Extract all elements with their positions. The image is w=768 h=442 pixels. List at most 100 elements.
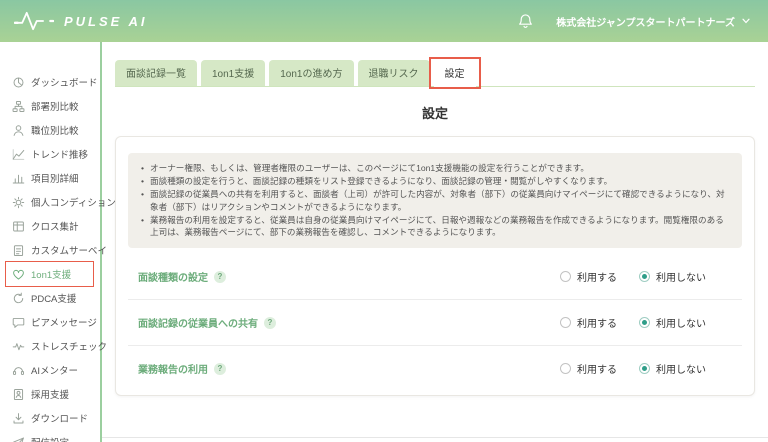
download-icon	[12, 412, 25, 425]
radio-no-use[interactable]: 利用しない	[639, 315, 706, 330]
setting-row-interview-type: 面談種類の設定 ? 利用する 利用しない	[128, 254, 742, 299]
pulse-icon	[12, 340, 25, 353]
sidebar-item-delivery-settings[interactable]: 配信設定	[0, 430, 100, 442]
sidebar-item-recruit-support[interactable]: 採用支援	[0, 382, 100, 406]
radio-label: 利用しない	[656, 319, 706, 331]
radio-circle[interactable]	[639, 317, 650, 329]
sidebar-item-label: 配信設定	[31, 435, 69, 442]
message-icon	[12, 316, 25, 329]
info-box: オーナー権限、もしくは、管理者権限のユーザーは、このページにて1on1支援機能の…	[128, 153, 742, 249]
account-menu[interactable]: 株式会社ジャンプスタートパートナーズ	[556, 14, 750, 29]
setting-label-wrap: 面談記録の従業員への共有 ?	[138, 315, 560, 330]
radio-circle[interactable]	[560, 363, 571, 375]
radio-label: 利用しない	[656, 273, 706, 285]
sidebar-item-label: ピアメッセージ	[31, 318, 97, 329]
radio-use[interactable]: 利用する	[560, 269, 617, 284]
sidebar-item-ai-mentor[interactable]: AIメンター	[0, 358, 100, 382]
sidebar: ダッシュボード 部署別比較 職位別比較 トレンド推移 項目別詳細 個人コンディシ…	[0, 42, 116, 442]
header-right: 株式会社ジャンプスタートパートナーズ	[517, 13, 750, 30]
radio-circle[interactable]	[639, 271, 650, 283]
person-icon	[12, 124, 25, 137]
sidebar-item-label: クロス集計	[31, 222, 79, 233]
help-icon[interactable]: ?	[214, 270, 226, 283]
chevron-down-icon	[742, 18, 750, 24]
page-title: 設定	[421, 106, 448, 121]
info-note: 面談記録の従業員への共有を利用すると、面談者（上司）が許可した内容が、対象者（部…	[140, 188, 726, 214]
tab-1on1-howto[interactable]: 1on1の進め方	[269, 60, 354, 86]
radio-label: 利用する	[577, 319, 617, 331]
org-chart-icon	[12, 100, 25, 113]
sidebar-item-custom-survey[interactable]: カスタムサーベイ	[0, 238, 107, 262]
header: PULSE AI 株式会社ジャンプスタートパートナーズ	[0, 0, 768, 42]
sidebar-item-label: カスタムサーベイ	[31, 246, 108, 257]
sidebar-item-label: 職位別比較	[31, 126, 79, 137]
sidebar-item-download[interactable]: ダウンロード	[0, 406, 100, 430]
sidebar-item-item-detail[interactable]: 項目別詳細	[0, 166, 100, 190]
sidebar-item-1on1-support[interactable]: 1on1支援	[0, 261, 100, 287]
sidebar-item-label: ダッシュボード	[31, 78, 98, 89]
sidebar-item-label: AIメンター	[31, 366, 78, 377]
radio-no-use[interactable]: 利用しない	[639, 361, 706, 376]
sidebar-item-label: 項目別詳細	[31, 174, 79, 185]
gear-icon	[12, 196, 25, 209]
sidebar-item-stress-check[interactable]: ストレスチェック	[0, 334, 107, 358]
settings-card: オーナー権限、もしくは、管理者権限のユーザーは、このページにて1on1支援機能の…	[115, 136, 755, 397]
brand-name: PULSE AI	[64, 13, 148, 29]
recruit-icon	[12, 388, 25, 401]
sidebar-item-label: 採用支援	[31, 390, 70, 401]
sidebar-item-dept-compare[interactable]: 部署別比較	[0, 94, 100, 118]
radio-circle[interactable]	[639, 363, 650, 375]
radio-circle[interactable]	[560, 271, 571, 283]
sidebar-item-pdca-support[interactable]: PDCA支援	[0, 286, 100, 310]
radio-use[interactable]: 利用する	[560, 361, 617, 376]
setting-label: 業務報告の利用	[138, 365, 208, 377]
radio-group-interview-type: 利用する 利用しない	[560, 269, 706, 284]
sidebar-item-dashboard[interactable]: ダッシュボード	[0, 70, 100, 94]
headset-icon	[12, 364, 25, 377]
sidebar-item-label: トレンド推移	[31, 150, 89, 161]
radio-no-use[interactable]: 利用しない	[639, 269, 706, 284]
sidebar-item-peer-message[interactable]: ピアメッセージ	[0, 310, 100, 334]
dashboard-icon	[12, 76, 25, 89]
sidebar-item-trend[interactable]: トレンド推移	[0, 142, 100, 166]
radio-label: 利用する	[577, 273, 617, 285]
setting-row-work-report: 業務報告の利用 ? 利用する 利用しない	[128, 345, 742, 391]
radio-label: 利用しない	[656, 365, 706, 377]
line-chart-icon	[12, 148, 25, 161]
tab-interview-records[interactable]: 面談記録一覧	[115, 60, 197, 86]
tab-bar: 面談記録一覧 1on1支援 1on1の進め方 退職リスク 設定	[115, 57, 755, 89]
cycle-icon	[12, 292, 25, 305]
sidebar-item-label: 1on1支援	[31, 270, 72, 281]
bottom-divider	[102, 437, 768, 438]
pulse-logo-icon	[14, 11, 54, 31]
send-icon	[12, 436, 25, 442]
setting-label-wrap: 面談種類の設定 ?	[138, 269, 560, 284]
radio-label: 利用する	[577, 365, 617, 377]
sidebar-item-cross-tab[interactable]: クロス集計	[0, 214, 100, 238]
bar-chart-icon	[12, 172, 25, 185]
main-content: 面談記録一覧 1on1支援 1on1の進め方 退職リスク 設定 設定 オーナー権…	[102, 42, 768, 442]
notification-bell-icon[interactable]	[517, 13, 534, 30]
help-icon[interactable]: ?	[214, 362, 226, 375]
info-note: 面談種類の設定を行うと、面談記録の種類をリスト登録できるようになり、面談記録の管…	[140, 175, 726, 188]
table-icon	[12, 220, 25, 233]
sidebar-item-label: PDCA支援	[31, 294, 77, 305]
clipboard-icon	[12, 244, 25, 257]
help-icon[interactable]: ?	[264, 316, 276, 329]
info-note: 業務報告の利用を設定すると、従業員は自身の従業員向けマイページにて、日報や週報な…	[140, 214, 726, 240]
radio-group-record-sharing: 利用する 利用しない	[560, 315, 706, 330]
setting-label: 面談記録の従業員への共有	[138, 319, 258, 331]
heart-icon	[12, 268, 25, 281]
tab-1on1-support[interactable]: 1on1支援	[201, 60, 266, 86]
tab-settings[interactable]: 設定	[428, 57, 481, 89]
sidebar-item-personal-condition[interactable]: 個人コンディション	[0, 190, 116, 214]
radio-use[interactable]: 利用する	[560, 315, 617, 330]
info-note: オーナー権限、もしくは、管理者権限のユーザーは、このページにて1on1支援機能の…	[140, 162, 726, 175]
brand[interactable]: PULSE AI	[14, 8, 147, 34]
app-window: PULSE AI 株式会社ジャンプスタートパートナーズ ダッシュボード 部署別比…	[0, 0, 768, 442]
sidebar-item-position-compare[interactable]: 職位別比較	[0, 118, 100, 142]
tab-turnover-risk[interactable]: 退職リスク	[357, 60, 430, 86]
info-note-list: オーナー権限、もしくは、管理者権限のユーザーは、このページにて1on1支援機能の…	[140, 162, 726, 239]
setting-label: 面談種類の設定	[138, 273, 208, 285]
radio-circle[interactable]	[560, 317, 571, 329]
